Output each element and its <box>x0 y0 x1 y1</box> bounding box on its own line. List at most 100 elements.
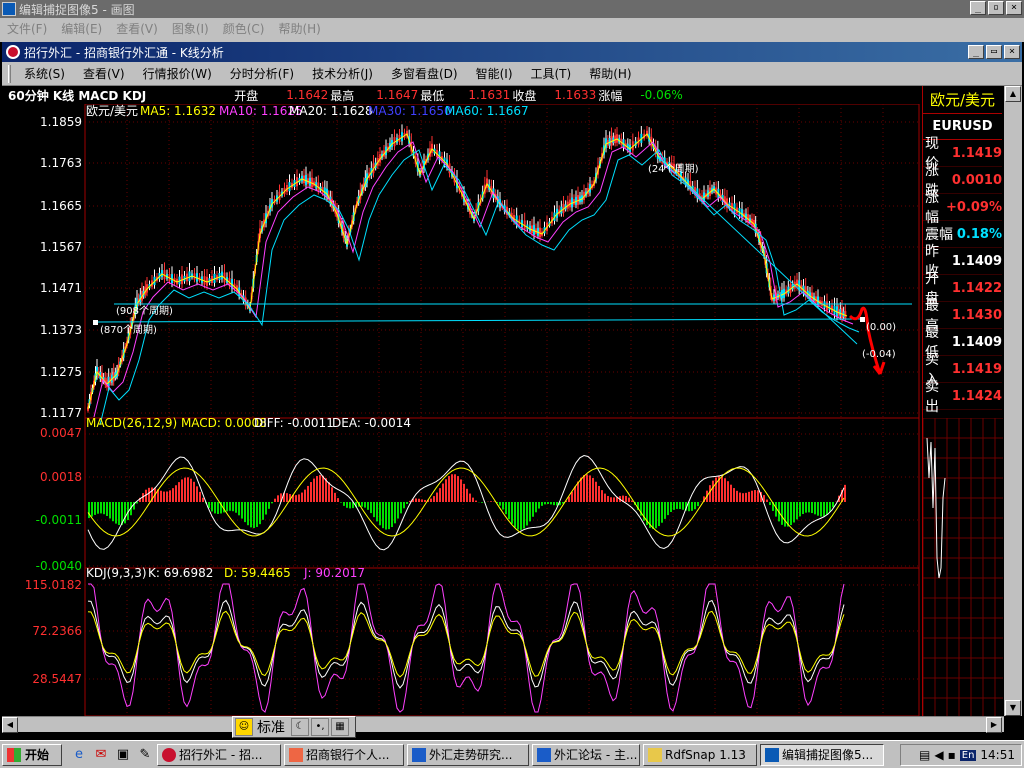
outer-menu-view[interactable]: 查看(V) <box>109 20 165 37</box>
macd-bar <box>253 502 255 529</box>
outlook-icon[interactable]: ✉ <box>92 746 110 764</box>
task-button-bank-fx[interactable]: 招行外汇 - 招... <box>157 743 281 766</box>
ime-mode-label[interactable]: 标准 <box>257 717 285 737</box>
outer-menu-file[interactable]: 文件(F) <box>0 20 54 37</box>
quote-row-value: 1.1419 <box>951 145 1002 161</box>
macd-bar <box>613 497 615 502</box>
macd-bar <box>514 502 516 528</box>
windows-flag-icon <box>7 747 21 762</box>
language-indicator[interactable]: En <box>959 749 977 761</box>
outer-menu-image[interactable]: 图象(I) <box>165 20 216 37</box>
outer-minimize-button[interactable]: _ <box>970 1 986 15</box>
desktop-icon[interactable]: ▣ <box>114 746 132 764</box>
price-panel-frame <box>84 104 920 419</box>
ime-toolbar[interactable]: ☺ 标准 ☾ •, ▦ <box>232 716 356 738</box>
scroll-right-arrow-icon[interactable]: ▶ <box>986 717 1002 733</box>
task-button-rdfsnap[interactable]: RdfSnap 1.13 <box>643 743 757 766</box>
kdj-d-line <box>87 610 845 678</box>
ime-moon-icon[interactable]: ☾ <box>291 718 309 736</box>
macd-tick: 0.0018 <box>40 470 82 484</box>
task-label: 编辑捕捉图像5... <box>782 748 874 762</box>
macd-bar <box>712 480 714 502</box>
macd-bar <box>103 502 105 515</box>
task-button-bank-personal[interactable]: 招商银行个人... <box>284 743 404 766</box>
macd-bar <box>598 485 600 502</box>
menu-quotes[interactable]: 行情报价(W) <box>134 65 221 82</box>
macd-bar <box>517 502 519 530</box>
scroll-up-arrow-icon[interactable]: ▲ <box>1005 86 1021 102</box>
macd-bar <box>271 502 273 504</box>
task-button-paint[interactable]: 编辑捕捉图像5... <box>760 743 884 766</box>
menu-view[interactable]: 查看(V) <box>74 65 134 82</box>
macd-bar <box>268 502 270 509</box>
ie-icon[interactable]: e <box>70 746 88 764</box>
quote-row-label: 涨幅 <box>925 190 939 226</box>
clock[interactable]: 14:51 <box>980 748 1015 762</box>
quote-row-value: 0.0010 <box>951 172 1002 188</box>
kline-chart-area[interactable]: 欧元/美元 MA5: 1.1632 MA10: 1.1625 MA20: 1.1… <box>2 104 920 716</box>
quote-row-label: 卖出 <box>925 379 939 415</box>
ime-logo-icon[interactable]: ☺ <box>235 718 253 736</box>
task-label: 招行外汇 - 招... <box>179 748 263 762</box>
macd-bar <box>667 502 669 516</box>
menu-system[interactable]: 系统(S) <box>15 65 74 82</box>
outer-restore-button[interactable]: ▫ <box>988 1 1004 15</box>
macd-bar <box>490 501 492 502</box>
macd-bar <box>277 495 279 502</box>
ime-punct-icon[interactable]: •, <box>311 718 329 736</box>
menu-smart[interactable]: 智能(I) <box>467 65 522 82</box>
menu-help[interactable]: 帮助(H) <box>580 65 640 82</box>
kline-chart-svg[interactable]: 欧元/美元 MA5: 1.1632 MA10: 1.1625 MA20: 1.1… <box>2 104 920 716</box>
macd-bar <box>526 502 528 526</box>
outer-menu-help[interactable]: 帮助(H) <box>271 20 327 37</box>
kdj-tick: 115.0182 <box>25 578 82 592</box>
scroll-left-arrow-icon[interactable]: ◀ <box>2 717 18 733</box>
macd-bar <box>319 475 321 502</box>
vertical-scrollbar[interactable]: ▲ ▼ <box>1004 86 1022 716</box>
start-button[interactable]: 开始 <box>2 743 62 766</box>
ohlc-info-bar: 60分钟 K线 MACD KDJ 开盘 1.1642 最高 1.1647 最低 … <box>2 86 920 104</box>
ime-keyboard-icon[interactable]: ▦ <box>331 718 349 736</box>
printer-icon[interactable]: ▤ <box>919 748 930 762</box>
macd-bar <box>502 502 504 510</box>
macd-bar <box>754 490 756 502</box>
macd-bar <box>796 502 798 520</box>
menu-multiwindow[interactable]: 多窗看盘(D) <box>382 65 467 82</box>
macd-bar <box>187 477 189 502</box>
macd-dea-line <box>87 467 845 537</box>
scroll-down-arrow-icon[interactable]: ▼ <box>1005 700 1021 716</box>
macd-bar <box>451 474 453 502</box>
network-icon[interactable]: ▪ <box>948 748 956 762</box>
macd-bar <box>481 502 483 503</box>
macd-bar <box>589 475 591 502</box>
macd-bar <box>397 502 399 519</box>
menu-tools[interactable]: 工具(T) <box>522 65 581 82</box>
app-maximize-button[interactable]: ▭ <box>986 45 1002 59</box>
outer-menu-edit[interactable]: 编辑(E) <box>54 20 109 37</box>
outer-close-button[interactable]: × <box>1006 1 1022 15</box>
outer-menu-colors[interactable]: 颜色(C) <box>216 20 272 37</box>
macd-bar <box>172 488 174 502</box>
app-close-button[interactable]: × <box>1004 45 1020 59</box>
macd-bar <box>595 481 597 502</box>
volume-icon[interactable]: ◀ <box>934 748 943 762</box>
task-button-fx-forum[interactable]: 外汇论坛 - 主... <box>532 743 640 766</box>
app-minimize-button[interactable]: _ <box>968 45 984 59</box>
quote-pair-name: 欧元/美元 <box>923 86 1002 114</box>
macd-bar <box>202 497 204 502</box>
horizontal-scrollbar[interactable]: ◀ ▶ <box>2 716 1004 733</box>
macd-bar <box>661 502 663 523</box>
macd-bar <box>232 502 234 512</box>
macd-bar <box>544 502 546 505</box>
macd-bar <box>439 488 441 502</box>
macd-bar <box>475 500 477 502</box>
macd-bar <box>535 502 537 513</box>
task-button-fx-research[interactable]: 外汇走势研究... <box>407 743 529 766</box>
macd-bar <box>256 502 258 527</box>
macd-bar <box>793 502 795 523</box>
media-icon[interactable]: ✎ <box>136 746 154 764</box>
menu-technical[interactable]: 技术分析(J) <box>303 65 382 82</box>
macd-bar <box>148 487 150 502</box>
menu-intraday[interactable]: 分时分析(F) <box>221 65 303 82</box>
macd-bar <box>91 502 93 517</box>
